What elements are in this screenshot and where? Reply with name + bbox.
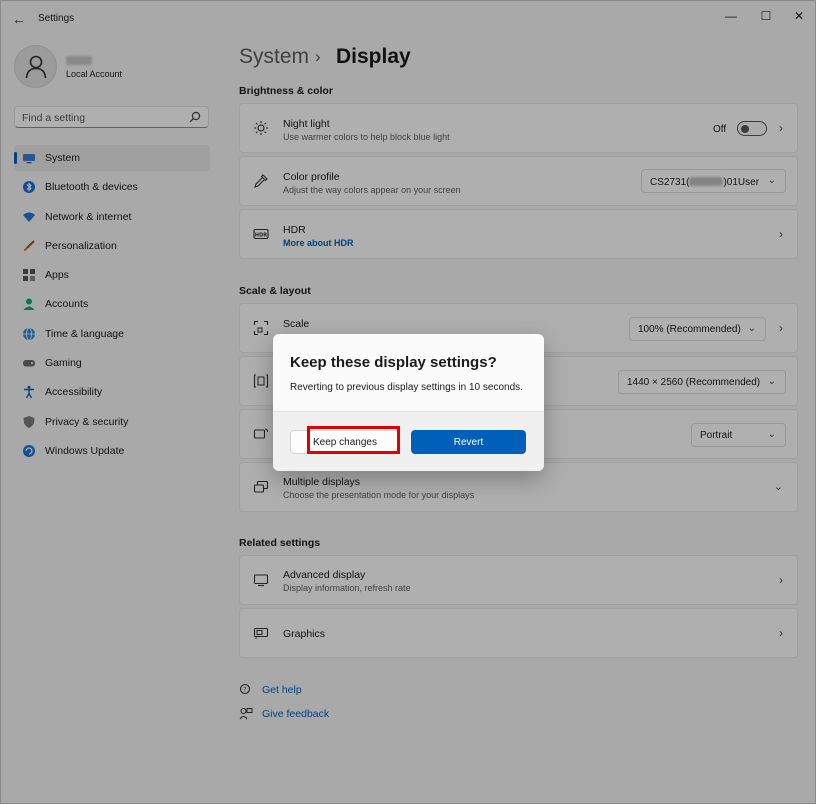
- dialog-message: Reverting to previous display settings i…: [290, 382, 523, 393]
- annotation-highlight-box: [307, 426, 400, 454]
- revert-button[interactable]: Revert: [411, 430, 526, 454]
- dialog-title: Keep these display settings?: [290, 354, 497, 371]
- revert-label: Revert: [453, 437, 484, 448]
